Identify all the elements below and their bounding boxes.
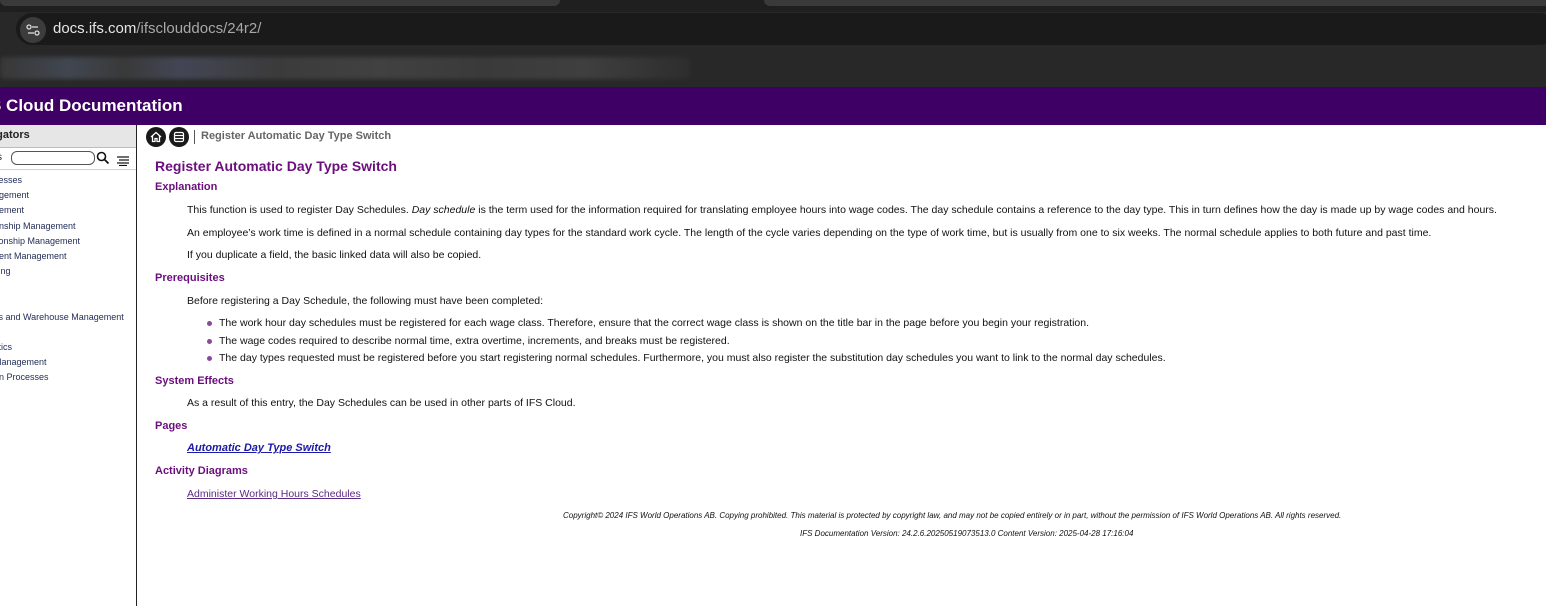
- nav-item[interactable]: tionship Management: [0, 236, 80, 246]
- navigator-title: vigators: [0, 129, 30, 141]
- nav-item[interactable]: gement: [0, 205, 24, 215]
- explanation-paragraph-3: If you duplicate a field, the basic link…: [187, 249, 482, 261]
- system-effects-heading: System Effects: [155, 375, 234, 387]
- nav-item[interactable]: sing: [0, 266, 11, 276]
- site-header: S Cloud Documentation: [0, 87, 1546, 125]
- navigator-title-bar: vigators: [0, 125, 136, 148]
- nav-item[interactable]: on Processes: [0, 372, 49, 382]
- site-title[interactable]: S Cloud Documentation: [0, 96, 183, 116]
- copyright-notice: Copyright© 2024 IFS World Operations AB.…: [563, 511, 1342, 520]
- italic-term: Day schedule: [411, 204, 476, 216]
- explanation-paragraph-2: An employee’s work time is defined in a …: [187, 227, 1432, 239]
- administer-working-hours-link[interactable]: Administer Working Hours Schedules: [187, 488, 361, 500]
- nav-item[interactable]: stics: [0, 342, 12, 352]
- search-icon[interactable]: [96, 151, 110, 165]
- nav-item[interactable]: cs and Warehouse Management: [0, 312, 124, 322]
- nav-item[interactable]: nent Management: [0, 251, 67, 261]
- bullet-icon: [207, 339, 212, 344]
- browser-tab[interactable]: [764, 0, 1546, 6]
- system-effects-text: As a result of this entry, the Day Sched…: [187, 397, 576, 409]
- page-title: Register Automatic Day Type Switch: [155, 158, 397, 174]
- prerequisites-heading: Prerequisites: [155, 272, 225, 284]
- nav-item[interactable]: Management: [0, 357, 47, 367]
- nav-item[interactable]: cesses: [0, 175, 22, 185]
- automatic-day-type-switch-link[interactable]: Automatic Day Type Switch: [187, 442, 331, 454]
- toggle-navigator-icon[interactable]: [169, 127, 189, 147]
- breadcrumb-current: Register Automatic Day Type Switch: [201, 130, 392, 142]
- browser-tab-strip: [0, 0, 1546, 12]
- url-text[interactable]: docs.ifs.com/ifsclouddocs/24r2/: [53, 20, 261, 37]
- bullet-icon: [207, 356, 212, 361]
- search-label: s: [0, 152, 2, 163]
- activity-diagrams-heading: Activity Diagrams: [155, 465, 248, 477]
- version-info: IFS Documentation Version: 24.2.6.202505…: [800, 529, 1134, 538]
- explanation-paragraph-1: This function is used to register Day Sc…: [187, 204, 1497, 216]
- bullet-icon: [207, 321, 212, 326]
- url-host: docs.ifs.com: [53, 20, 137, 37]
- prerequisite-item: The work hour day schedules must be regi…: [219, 317, 1090, 329]
- navigator-search-input[interactable]: [11, 151, 95, 165]
- prerequisite-item: The wage codes required to describe norm…: [219, 335, 730, 347]
- site-info-icon[interactable]: [20, 17, 46, 43]
- navigator-panel: vigators s cesses agement gement onship …: [0, 125, 137, 606]
- main-content: Register Automatic Day Type Switch Regis…: [137, 125, 1546, 606]
- bookmarks-bar: [0, 52, 1546, 87]
- list-menu-icon[interactable]: [117, 153, 129, 167]
- nav-item[interactable]: onship Management: [0, 221, 76, 231]
- explanation-heading: Explanation: [155, 181, 218, 193]
- home-icon[interactable]: [146, 127, 166, 147]
- blurred-bookmarks: [0, 57, 690, 79]
- prerequisite-item: The day types requested must be register…: [219, 352, 1166, 364]
- text-run: is the term used for the information req…: [475, 204, 1497, 216]
- prerequisites-intro: Before registering a Day Schedule, the f…: [187, 295, 544, 307]
- text-run: This function is used to register Day Sc…: [187, 204, 412, 216]
- breadcrumb-separator: [194, 130, 195, 144]
- nav-item[interactable]: agement: [0, 190, 29, 200]
- browser-tab[interactable]: [0, 0, 560, 6]
- pages-heading: Pages: [155, 420, 188, 432]
- navigator-search-row: s: [0, 149, 136, 170]
- url-path: /ifsclouddocs/24r2/: [136, 20, 262, 37]
